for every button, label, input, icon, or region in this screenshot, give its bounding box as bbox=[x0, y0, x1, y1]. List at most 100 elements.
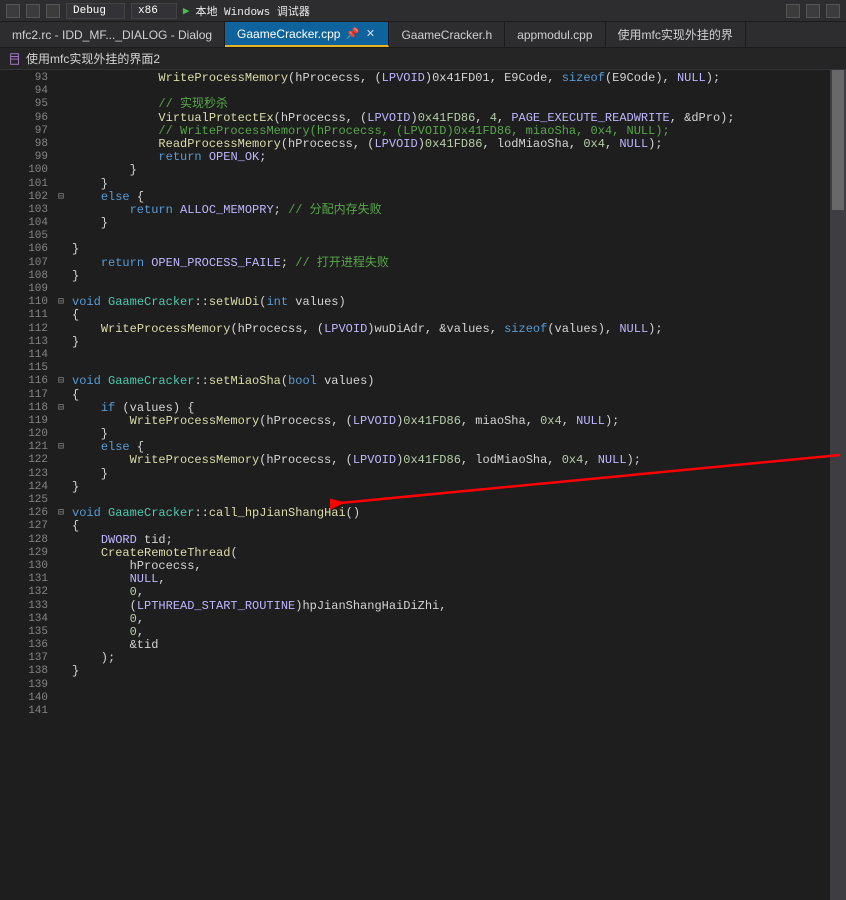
tab-mfc2-dialog[interactable]: mfc2.rc - IDD_MF..._DIALOG - Dialog bbox=[0, 22, 225, 47]
breadcrumb[interactable]: 使用mfc实现外挂的界面2 bbox=[0, 48, 846, 70]
code-line[interactable]: void GaameCracker::setWuDi(int values) bbox=[72, 296, 846, 309]
config-dropdown[interactable]: Debug bbox=[66, 3, 125, 19]
code-line[interactable]: } bbox=[72, 164, 846, 177]
play-icon[interactable]: ▶ bbox=[183, 4, 190, 18]
code-line[interactable]: { bbox=[72, 389, 846, 402]
code-line[interactable]: return OPEN_OK; bbox=[72, 151, 846, 164]
line-number: 131 bbox=[0, 573, 48, 586]
fold-toggle bbox=[54, 665, 68, 678]
code-line[interactable]: WriteProcessMemory(hProcecss, (LPVOID)wu… bbox=[72, 323, 846, 336]
code-line[interactable]: ); bbox=[72, 652, 846, 665]
code-line[interactable]: return OPEN_PROCESS_FAILE; // 打开进程失败 bbox=[72, 257, 846, 270]
document-tabs: mfc2.rc - IDD_MF..._DIALOG - Dialog Gaam… bbox=[0, 22, 846, 48]
fold-toggle bbox=[54, 72, 68, 85]
line-number: 106 bbox=[0, 243, 48, 256]
line-number: 101 bbox=[0, 178, 48, 191]
fold-toggle bbox=[54, 415, 68, 428]
code-line[interactable]: return ALLOC_MEMOPRY; // 分配内存失败 bbox=[72, 204, 846, 217]
line-number: 107 bbox=[0, 257, 48, 270]
fold-toggle bbox=[54, 626, 68, 639]
fold-toggle[interactable]: ⊟ bbox=[54, 296, 68, 309]
code-line[interactable]: WriteProcessMemory(hProcecss, (LPVOID)0x… bbox=[72, 454, 846, 467]
code-line[interactable]: } bbox=[72, 178, 846, 191]
code-line[interactable] bbox=[72, 230, 846, 243]
code-editor[interactable]: 9394959697989910010110210310410510610710… bbox=[0, 70, 846, 900]
code-line[interactable]: void GaameCracker::call_hpJianShangHai() bbox=[72, 507, 846, 520]
line-number: 124 bbox=[0, 481, 48, 494]
line-number: 116 bbox=[0, 375, 48, 388]
code-line[interactable] bbox=[72, 705, 846, 718]
code-line[interactable]: WriteProcessMemory(hProcecss, (LPVOID)0x… bbox=[72, 72, 846, 85]
code-area[interactable]: WriteProcessMemory(hProcecss, (LPVOID)0x… bbox=[68, 70, 846, 900]
toolbar-icon[interactable] bbox=[46, 4, 60, 18]
toolbar-icon[interactable] bbox=[786, 4, 800, 18]
line-number: 125 bbox=[0, 494, 48, 507]
code-line[interactable]: } bbox=[72, 217, 846, 230]
platform-dropdown[interactable]: x86 bbox=[131, 3, 177, 19]
code-line[interactable] bbox=[72, 349, 846, 362]
tab-appmodul-cpp[interactable]: appmodul.cpp bbox=[505, 22, 605, 47]
code-line[interactable] bbox=[72, 679, 846, 692]
code-line[interactable]: hProcecss, bbox=[72, 560, 846, 573]
fold-toggle bbox=[54, 204, 68, 217]
fold-toggle bbox=[54, 349, 68, 362]
code-line[interactable]: &tid bbox=[72, 639, 846, 652]
fold-toggle[interactable]: ⊟ bbox=[54, 375, 68, 388]
code-line[interactable]: (LPTHREAD_START_ROUTINE)hpJianShangHaiDi… bbox=[72, 600, 846, 613]
line-number: 121 bbox=[0, 441, 48, 454]
code-line[interactable]: } bbox=[72, 468, 846, 481]
code-line[interactable]: 0, bbox=[72, 613, 846, 626]
close-icon[interactable]: ✕ bbox=[364, 28, 376, 40]
fold-toggle bbox=[54, 309, 68, 322]
fold-toggle bbox=[54, 679, 68, 692]
fold-column[interactable]: ⊟ ⊟ ⊟ ⊟ ⊟ ⊟ bbox=[54, 70, 68, 900]
code-line[interactable]: } bbox=[72, 428, 846, 441]
line-number: 120 bbox=[0, 428, 48, 441]
line-number: 128 bbox=[0, 534, 48, 547]
toolbar-icon[interactable] bbox=[806, 4, 820, 18]
vertical-scrollbar[interactable] bbox=[830, 70, 846, 900]
tab-gaamecracker-h[interactable]: GaameCracker.h bbox=[389, 22, 505, 47]
line-number: 108 bbox=[0, 270, 48, 283]
tab-gaamecracker-cpp[interactable]: GaameCracker.cpp 📌 ✕ bbox=[225, 22, 389, 47]
fold-toggle bbox=[54, 560, 68, 573]
line-number: 126 bbox=[0, 507, 48, 520]
fold-toggle bbox=[54, 454, 68, 467]
tab-mfc-ui[interactable]: 使用mfc实现外挂的界 bbox=[606, 22, 746, 47]
toolbar-icon[interactable] bbox=[6, 4, 20, 18]
code-line[interactable]: } bbox=[72, 270, 846, 283]
toolbar-icon[interactable] bbox=[26, 4, 40, 18]
fold-toggle bbox=[54, 230, 68, 243]
code-line[interactable]: } bbox=[72, 336, 846, 349]
fold-toggle[interactable]: ⊟ bbox=[54, 507, 68, 520]
fold-toggle[interactable]: ⊟ bbox=[54, 191, 68, 204]
line-number: 140 bbox=[0, 692, 48, 705]
code-line[interactable]: NULL, bbox=[72, 573, 846, 586]
line-number: 99 bbox=[0, 151, 48, 164]
tab-label: GaameCracker.h bbox=[401, 28, 492, 42]
run-button-label[interactable]: 本地 Windows 调试器 bbox=[195, 3, 309, 19]
fold-toggle bbox=[54, 243, 68, 256]
scroll-thumb[interactable] bbox=[832, 70, 844, 210]
code-line[interactable]: { bbox=[72, 520, 846, 533]
fold-toggle bbox=[54, 98, 68, 111]
fold-toggle bbox=[54, 534, 68, 547]
code-line[interactable] bbox=[72, 692, 846, 705]
code-line[interactable]: } bbox=[72, 665, 846, 678]
line-number: 130 bbox=[0, 560, 48, 573]
code-line[interactable]: CreateRemoteThread( bbox=[72, 547, 846, 560]
code-line[interactable]: WriteProcessMemory(hProcecss, (LPVOID)0x… bbox=[72, 415, 846, 428]
fold-toggle bbox=[54, 428, 68, 441]
fold-toggle[interactable]: ⊟ bbox=[54, 441, 68, 454]
line-number: 102 bbox=[0, 191, 48, 204]
code-line[interactable]: 0, bbox=[72, 626, 846, 639]
fold-toggle bbox=[54, 494, 68, 507]
pin-icon[interactable]: 📌 bbox=[346, 28, 358, 40]
fold-toggle bbox=[54, 586, 68, 599]
toolbar-icon[interactable] bbox=[826, 4, 840, 18]
line-number: 117 bbox=[0, 389, 48, 402]
line-number: 112 bbox=[0, 323, 48, 336]
code-line[interactable]: void GaameCracker::setMiaoSha(bool value… bbox=[72, 375, 846, 388]
fold-toggle[interactable]: ⊟ bbox=[54, 402, 68, 415]
code-line[interactable]: } bbox=[72, 481, 846, 494]
